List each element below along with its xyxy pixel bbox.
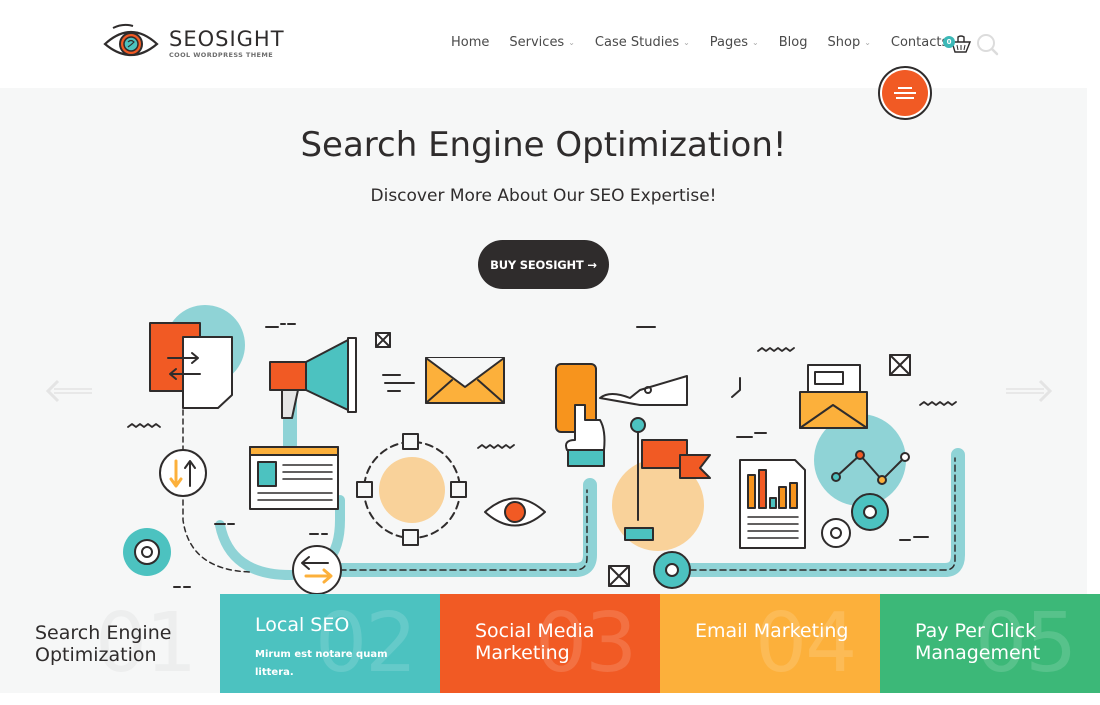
service-description: Mirum est notare quam littera. [255, 649, 388, 678]
logo-subtitle: COOL WORDPRESS THEME [169, 50, 274, 59]
logo-title: SEOSIGHT [169, 26, 285, 51]
nav-contacts[interactable]: Contacts [891, 35, 948, 50]
nav-blog[interactable]: Blog [779, 35, 808, 50]
chevron-down-icon: ⌄ [683, 38, 690, 47]
eye-logo-icon [103, 23, 159, 57]
service-title: Local SEO [255, 614, 350, 636]
cart-count-badge: 0 [943, 36, 955, 48]
nav-label: Services [509, 35, 565, 50]
service-title: Search Engine Optimization [35, 622, 172, 666]
chevron-down-icon: ⌄ [752, 38, 759, 47]
logo[interactable]: SEOSIGHT COOL WORDPRESS THEME [103, 22, 285, 64]
service-number: 04 [755, 596, 857, 691]
chevron-down-icon: ⌄ [864, 38, 871, 47]
chevron-down-icon: ⌄ [568, 38, 575, 47]
nav-label: Home [451, 35, 490, 50]
nav-services[interactable]: Services ⌄ [509, 35, 575, 50]
menu-button[interactable] [878, 66, 932, 120]
hero-title: Search Engine Optimization! [300, 125, 787, 165]
hero-subtitle: Discover More About Our SEO Expertise! [370, 186, 717, 206]
nav-home[interactable]: Home [451, 35, 489, 50]
service-tile-local-seo[interactable]: 02 Local SEO Mirum est notare quam litte… [220, 594, 440, 693]
service-tile-email-marketing[interactable]: 04 Email Marketing [660, 594, 880, 693]
service-title: Pay Per Click Management [915, 620, 1041, 664]
page-bottom [0, 693, 1100, 705]
main-nav: Home Services ⌄ Case Studies ⌄ Pages ⌄ Blog… [451, 35, 968, 50]
service-title: Social Media Marketing [475, 620, 595, 664]
search-icon [977, 34, 999, 56]
nav-label: Blog [778, 35, 808, 50]
nav-label: Pages [709, 35, 749, 50]
service-title: Email Marketing [695, 620, 849, 642]
site-header: SEOSIGHT COOL WORDPRESS THEME Home Servi… [0, 0, 1100, 88]
hamburger-icon [882, 70, 928, 116]
services-strip: 01 Search Engine Optimization 02 Local S… [0, 594, 1100, 693]
buy-seosight-button[interactable]: BUY SEOSIGHT → [478, 240, 609, 289]
cart-button[interactable]: 0 [943, 33, 971, 55]
search-button[interactable] [976, 33, 1000, 57]
nav-label: Shop [827, 35, 861, 50]
service-tile-social-media[interactable]: 03 Social Media Marketing [440, 594, 660, 693]
seo-illustration [123, 305, 965, 595]
nav-shop[interactable]: Shop ⌄ [828, 35, 871, 50]
nav-pages[interactable]: Pages ⌄ [710, 35, 759, 50]
nav-label: Contacts [890, 35, 949, 50]
service-tile-ppc[interactable]: 05 Pay Per Click Management [880, 594, 1100, 693]
service-tile-seo[interactable]: 01 Search Engine Optimization [0, 594, 220, 693]
nav-label: Case Studies [594, 35, 680, 50]
nav-case-studies[interactable]: Case Studies ⌄ [595, 35, 690, 50]
